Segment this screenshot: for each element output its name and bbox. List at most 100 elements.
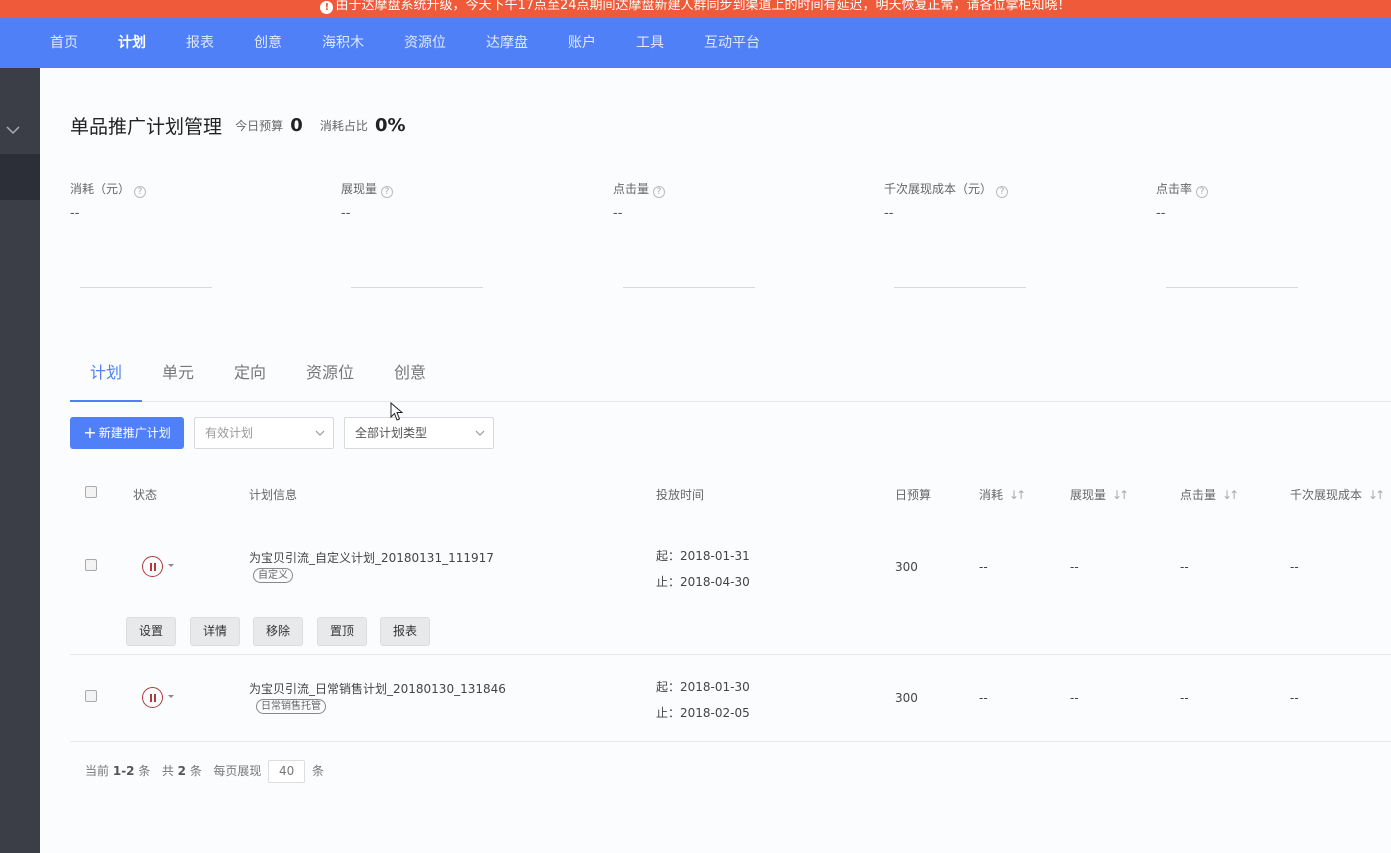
nav-item-home[interactable]: 首页 xyxy=(50,18,78,68)
pager-per-page-label: 每页展现 xyxy=(213,764,262,778)
header-impressions[interactable]: 展现量 ↓↑ xyxy=(1070,486,1129,503)
sparkline xyxy=(351,287,483,288)
sort-icon[interactable]: ↓↑ xyxy=(1368,488,1385,502)
daily-budget[interactable]: 300 xyxy=(895,691,918,705)
plan-type-select[interactable]: 全部计划类型 xyxy=(344,417,494,449)
status-filter-select[interactable]: 有效计划 xyxy=(194,417,334,449)
header-schedule: 投放时间 xyxy=(656,488,705,502)
pagination: 当前 1-2 条 共 2 条 每页展现 40 条 xyxy=(85,760,324,783)
help-icon[interactable]: ? xyxy=(996,186,1009,198)
header-clicks-label: 点击量 xyxy=(1180,488,1217,502)
sort-icon[interactable]: ↓↑ xyxy=(1009,488,1026,502)
status-toggle[interactable] xyxy=(142,687,178,709)
tab-plan[interactable]: 计划 xyxy=(90,359,122,383)
plan-tag: 日常销售托管 xyxy=(256,698,326,714)
metric-ctr: 点击率? -- xyxy=(1156,180,1356,288)
sidebar-active-item[interactable] xyxy=(0,154,40,200)
metric-value: -- xyxy=(613,206,623,221)
sparkline xyxy=(1166,287,1298,288)
impressions-value: -- xyxy=(1070,560,1079,574)
impressions-value: -- xyxy=(1070,691,1079,705)
metric-value: -- xyxy=(341,206,351,221)
settings-button[interactable]: 设置 xyxy=(126,617,176,646)
nav-item-haijimu[interactable]: 海积木 xyxy=(322,18,364,68)
metric-label: 千次展现成本（元） xyxy=(884,182,993,196)
tab-bar: 计划 单元 定向 资源位 创意 xyxy=(70,346,1391,402)
pager-per-page-suffix: 条 xyxy=(312,764,325,778)
caret-down-icon xyxy=(168,564,174,567)
sparkline xyxy=(80,287,212,288)
metric-label: 点击率 xyxy=(1156,182,1193,196)
schedule-start: 起：2018-01-30 xyxy=(656,680,750,694)
budget-value: 0 xyxy=(290,115,303,136)
cost-value: -- xyxy=(979,560,988,574)
details-button[interactable]: 详情 xyxy=(190,617,240,646)
nav-item-plan[interactable]: 计划 xyxy=(118,18,146,68)
table-header: 状态 计划信息 投放时间 日预算 消耗 ↓↑ 展现量 ↓↑ 点击量 ↓↑ 千次展现成本… xyxy=(70,472,1391,512)
new-plan-button[interactable]: + 新建推广计划 xyxy=(70,417,184,449)
announcement-text: 由于达摩盘系统升级，今天下午17点至24点期间达摩盘新建人群同步到渠道上的时间有… xyxy=(335,0,1071,13)
main-content: 单品推广计划管理 今日预算 0 消耗占比 0% 消耗（元）? -- 展现量? -… xyxy=(40,68,1391,853)
daily-budget[interactable]: 300 xyxy=(895,560,918,574)
header-clicks[interactable]: 点击量 ↓↑ xyxy=(1180,486,1239,503)
help-icon[interactable]: ? xyxy=(134,186,147,198)
header-daily-budget: 日预算 xyxy=(895,488,932,502)
header-cost[interactable]: 消耗 ↓↑ xyxy=(979,486,1026,503)
ratio-label: 消耗占比 xyxy=(319,119,368,133)
help-icon[interactable]: ? xyxy=(1196,186,1209,198)
nav-item-interaction[interactable]: 互动平台 xyxy=(704,18,760,68)
clicks-value: -- xyxy=(1180,560,1189,574)
status-toggle[interactable] xyxy=(142,556,178,578)
nav-item-creative[interactable]: 创意 xyxy=(254,18,282,68)
nav-item-report[interactable]: 报表 xyxy=(186,18,214,68)
new-plan-label: 新建推广计划 xyxy=(98,426,171,440)
metric-value: -- xyxy=(70,206,80,221)
help-icon[interactable]: ? xyxy=(653,186,666,198)
warning-icon: ! xyxy=(320,1,334,14)
mouse-cursor-icon xyxy=(390,402,404,421)
sparkline xyxy=(623,287,755,288)
row-divider xyxy=(70,741,1391,742)
schedule-start: 起：2018-01-31 xyxy=(656,549,750,563)
nav-item-account[interactable]: 账户 xyxy=(568,18,596,68)
header-cpm[interactable]: 千次展现成本 ↓↑ xyxy=(1290,486,1385,503)
report-button[interactable]: 报表 xyxy=(380,617,430,646)
select-all-checkbox[interactable] xyxy=(85,486,97,498)
row-checkbox[interactable] xyxy=(85,690,97,702)
nav-item-tools[interactable]: 工具 xyxy=(636,18,664,68)
nav-item-damopan[interactable]: 达摩盘 xyxy=(486,18,528,68)
header-cpm-label: 千次展现成本 xyxy=(1290,488,1363,502)
tag-label: 自定义 xyxy=(253,568,293,583)
schedule-end: 止：2018-04-30 xyxy=(656,575,750,589)
tab-unit[interactable]: 单元 xyxy=(162,359,194,383)
header-impressions-label: 展现量 xyxy=(1070,488,1107,502)
remove-button[interactable]: 移除 xyxy=(253,617,303,646)
plus-icon: + xyxy=(83,423,97,442)
nav-item-placement[interactable]: 资源位 xyxy=(404,18,446,68)
plan-type-value: 全部计划类型 xyxy=(355,426,428,440)
budget-label: 今日预算 xyxy=(235,119,284,133)
tab-placement[interactable]: 资源位 xyxy=(306,359,354,383)
plan-tag: 自定义 xyxy=(253,567,293,583)
plan-name[interactable]: 为宝贝引流_自定义计划_20180131_111917 xyxy=(249,549,494,566)
page-size-input[interactable]: 40 xyxy=(268,760,306,783)
caret-down-icon xyxy=(168,695,174,698)
tab-creative[interactable]: 创意 xyxy=(394,359,426,383)
announcement-banner: ! 由于达摩盘系统升级，今天下午17点至24点期间达摩盘新建人群同步到渠道上的时间… xyxy=(0,0,1391,18)
status-filter-value: 有效计划 xyxy=(205,426,254,440)
table-row: 为宝贝引流_日常销售计划_20180130_131846 日常销售托管 起：20… xyxy=(70,655,1391,741)
cpm-value: -- xyxy=(1290,691,1299,705)
left-sidebar xyxy=(0,68,40,853)
plan-name[interactable]: 为宝贝引流_日常销售计划_20180130_131846 xyxy=(249,680,506,697)
metric-cpm: 千次展现成本（元）? -- xyxy=(884,180,1084,288)
sort-icon[interactable]: ↓↑ xyxy=(1222,488,1239,502)
chevron-down-icon[interactable] xyxy=(5,122,21,138)
metric-value: -- xyxy=(1156,206,1166,221)
tab-targeting[interactable]: 定向 xyxy=(234,359,266,383)
help-icon[interactable]: ? xyxy=(381,186,394,198)
row-checkbox[interactable] xyxy=(85,559,97,571)
sort-icon[interactable]: ↓↑ xyxy=(1112,488,1129,502)
header-status: 状态 xyxy=(133,488,158,502)
pin-top-button[interactable]: 置顶 xyxy=(317,617,367,646)
cost-value: -- xyxy=(979,691,988,705)
